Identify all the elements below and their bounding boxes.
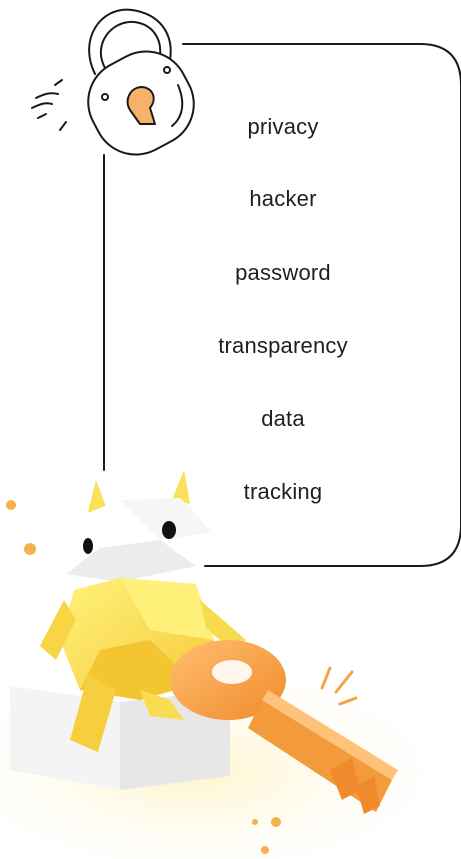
word-data: data (261, 406, 305, 431)
word-password: password (235, 260, 331, 285)
word-tracking: tracking (243, 479, 323, 504)
doodle-strokes (31, 79, 67, 131)
word-transparency: transparency (218, 333, 348, 358)
word-hacker: hacker (249, 186, 317, 211)
word-privacy: privacy (247, 114, 319, 139)
word-list: privacy hacker password transparency dat… (183, 44, 383, 564)
